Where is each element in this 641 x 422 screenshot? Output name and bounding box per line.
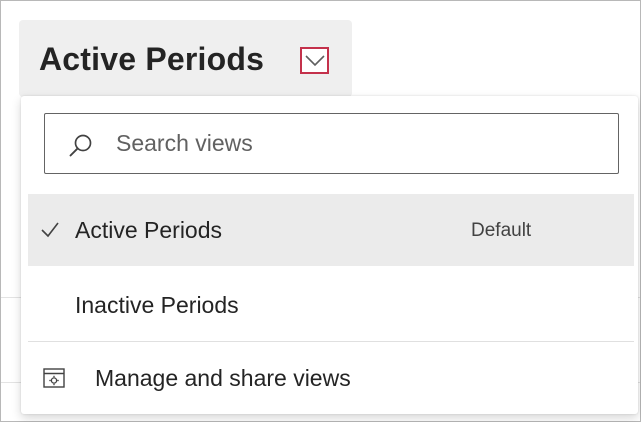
background-grid-line [1, 297, 21, 298]
search-icon [69, 134, 92, 157]
view-item-label: Inactive Periods [75, 292, 239, 318]
background-grid-line [1, 382, 21, 383]
view-item-inactive-periods[interactable]: Inactive Periods [28, 269, 634, 341]
app-frame: Active Periods Active Periods Default In… [0, 0, 641, 422]
view-dropdown-toggle[interactable] [300, 47, 329, 74]
view-item-label: Active Periods [75, 217, 223, 243]
manage-and-share-views-button[interactable]: Manage and share views [28, 343, 634, 405]
manage-and-share-views-label: Manage and share views [95, 365, 351, 391]
default-badge: Default [471, 220, 532, 241]
settings-window-icon [43, 368, 65, 388]
view-item-active-periods[interactable]: Active Periods Default [28, 194, 634, 266]
view-selector-header: Active Periods [19, 20, 352, 97]
view-selector-menu: Active Periods Default Inactive Periods … [21, 96, 638, 414]
checkmark-icon [41, 222, 59, 238]
view-title: Active Periods [39, 41, 265, 77]
menu-divider [28, 341, 634, 342]
search-box[interactable] [44, 113, 619, 174]
search-input[interactable] [116, 128, 596, 158]
chevron-down-icon [304, 54, 325, 66]
